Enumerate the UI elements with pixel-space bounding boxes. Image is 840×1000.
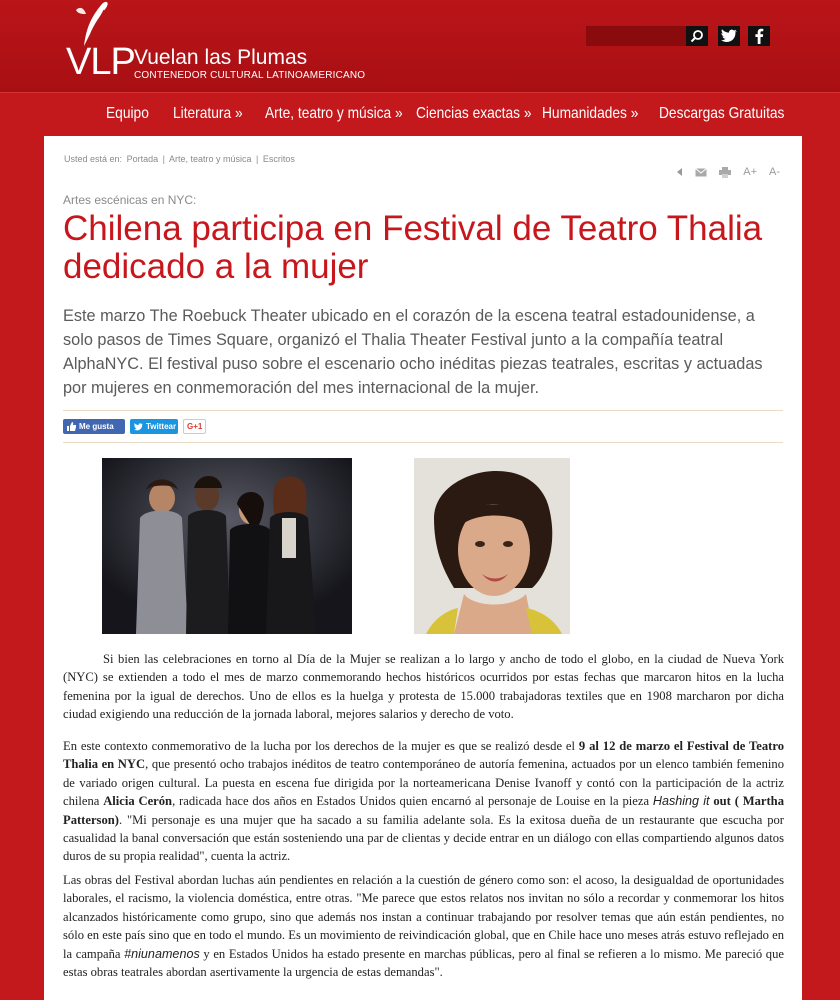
font-increase-button[interactable]: A+ [743, 166, 757, 178]
breadcrumb-separator: | [162, 154, 165, 164]
article-title: Chilena participa en Festival de Teatro … [63, 209, 763, 286]
breadcrumb-prefix: Usted está en: [64, 154, 123, 164]
paragraph-text: , radicada hace dos años en Estados Unid… [172, 794, 653, 809]
nav-item-equipo[interactable]: Equipo [106, 103, 149, 125]
facebook-like-label: Me gusta [79, 422, 114, 431]
paragraph-text: En este contexto conmemorativo de la luc… [63, 739, 579, 753]
actress-portrait-photo [414, 458, 570, 634]
search-input[interactable] [586, 26, 686, 46]
back-icon[interactable] [677, 168, 683, 176]
article-paragraph-1: Si bien las celebraciones en torno al Dí… [63, 652, 784, 722]
play-title-suffix: out [709, 794, 731, 809]
twitter-share-button[interactable]: Twittear [130, 419, 178, 434]
hashtag: #niunamenos [124, 946, 200, 961]
play-title: Hashing it [652, 794, 710, 809]
article-paragraph-3: Las obras del Festival abordan luchas aú… [63, 871, 784, 981]
divider [63, 442, 783, 443]
breadcrumb-separator: | [256, 154, 259, 164]
nav-item-humanidades[interactable]: Humanidades » [542, 103, 638, 125]
font-decrease-button[interactable]: A- [769, 166, 780, 178]
cast-photo [102, 458, 352, 634]
search-icon [690, 30, 703, 43]
paragraph-text: . "Mi personaje es una mujer que ha saca… [63, 812, 784, 864]
thumbs-up-icon [67, 422, 76, 431]
search-bar [586, 26, 710, 46]
facebook-like-button[interactable]: Me gusta [63, 419, 125, 434]
breadcrumb: Usted está en: Portada | Arte, teatro y … [64, 154, 297, 164]
twitter-icon [134, 422, 143, 430]
facebook-button[interactable] [748, 26, 770, 46]
divider [63, 410, 783, 411]
article-lead: Este marzo The Roebuck Theater ubicado e… [63, 307, 763, 397]
article-container: Usted está en: Portada | Arte, teatro y … [44, 136, 802, 1000]
site-name[interactable]: Vuelan las Plumas [134, 46, 307, 70]
print-icon[interactable] [719, 166, 732, 178]
article-kicker: Artes escénicas en NYC: [63, 193, 197, 207]
nav-item-descargas[interactable]: Descargas Gratuitas [659, 103, 784, 125]
site-header: VLP Vuelan las Plumas CONTENEDOR CULTURA… [0, 0, 840, 92]
twitter-button[interactable] [718, 26, 740, 46]
article-tools: A+ A- [677, 166, 780, 178]
actress-name-highlight: Alicia Cerón [103, 794, 173, 809]
site-tagline: CONTENEDOR CULTURAL LATINOAMERICANO [134, 70, 366, 81]
logo-mark[interactable]: VLP [66, 42, 136, 82]
email-icon[interactable] [695, 167, 708, 177]
nav-item-arte-teatro-musica[interactable]: Arte, teatro y música » [265, 103, 403, 125]
breadcrumb-link-arte[interactable]: Arte, teatro y música [169, 154, 252, 164]
twitter-share-label: Twittear [146, 422, 177, 431]
google-plus-button[interactable]: G+1 [183, 419, 206, 434]
twitter-icon [721, 29, 737, 42]
google-plus-label: G+1 [187, 422, 203, 431]
article-paragraph-2: En este contexto conmemorativo de la luc… [63, 737, 784, 866]
nav-item-ciencias-exactas[interactable]: Ciencias exactas » [416, 103, 531, 125]
breadcrumb-link-portada[interactable]: Portada [127, 154, 159, 164]
facebook-icon [755, 28, 764, 44]
nav-item-literatura[interactable]: Literatura » [173, 103, 243, 125]
search-button[interactable] [686, 26, 708, 46]
breadcrumb-link-escritos[interactable]: Escritos [263, 154, 295, 164]
main-nav: Equipo Literatura » Arte, teatro y músic… [0, 92, 840, 137]
